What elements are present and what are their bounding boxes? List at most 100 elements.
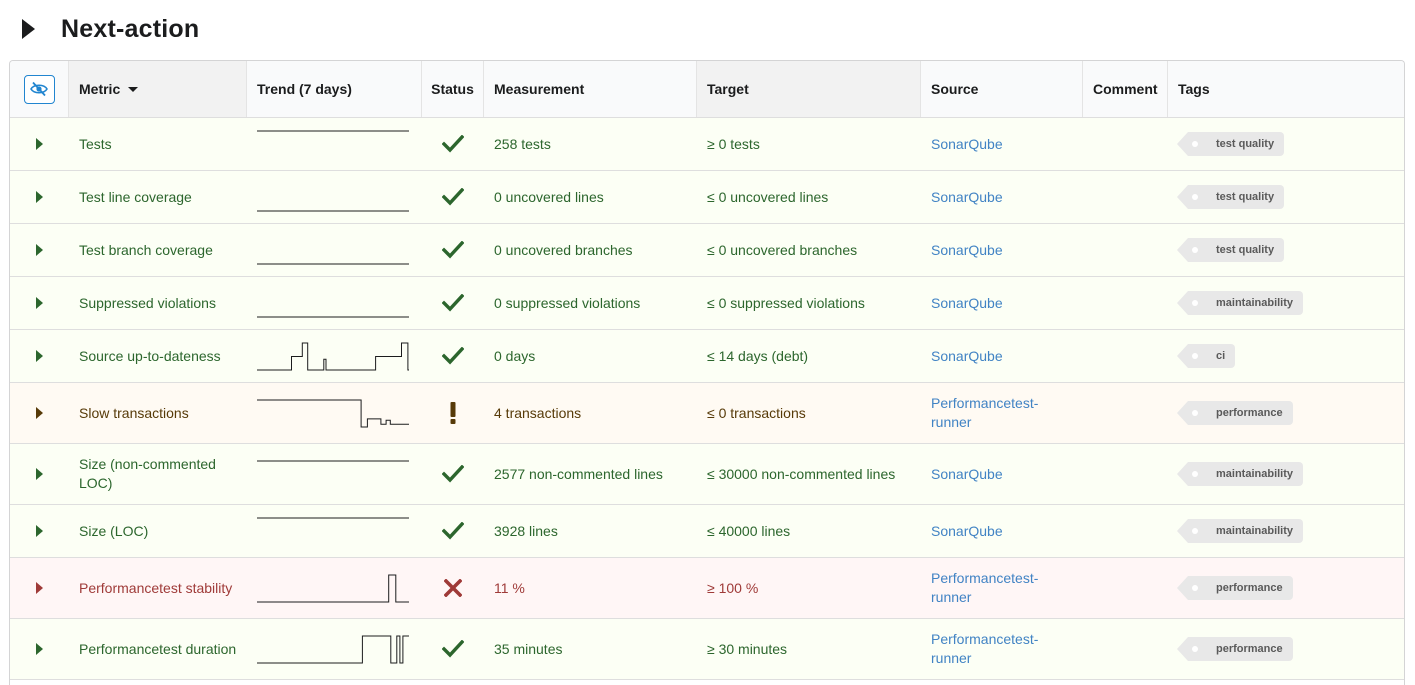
section-title: Next-action bbox=[61, 14, 200, 43]
table-row[interactable]: Slow transactions 4 transactions ≤ 0 tra… bbox=[10, 383, 1404, 444]
column-header-status[interactable]: Status bbox=[422, 61, 484, 117]
tag-label[interactable]: ci bbox=[1176, 344, 1236, 368]
metrics-table: Metric Trend (7 days) Status Measurement… bbox=[9, 60, 1405, 685]
source: Performancetest-runner bbox=[921, 383, 1083, 443]
tags: test quality bbox=[1168, 224, 1404, 276]
close-icon bbox=[444, 579, 462, 597]
measurement: 0 days bbox=[494, 347, 536, 364]
source-link[interactable]: SonarQube bbox=[931, 135, 1003, 154]
source-link[interactable]: Performancetest-runner bbox=[931, 630, 1073, 668]
target: ≤ 30000 non-commented lines bbox=[707, 465, 896, 482]
measurement: 2577 non-commented lines bbox=[494, 465, 663, 482]
column-header-comment[interactable]: Comment bbox=[1083, 61, 1168, 117]
tag-label[interactable]: test quality bbox=[1176, 132, 1285, 156]
table-row[interactable]: Source up-to-dateness 0 days ≤ 14 days (… bbox=[10, 330, 1404, 383]
metric-name: Test branch coverage bbox=[79, 241, 213, 258]
target: ≥ 100 % bbox=[707, 579, 759, 596]
tag-label[interactable]: test quality bbox=[1176, 238, 1285, 262]
tag-label[interactable]: maintainability bbox=[1176, 462, 1304, 486]
comment bbox=[1083, 444, 1168, 504]
tag-label[interactable]: maintainability bbox=[1176, 291, 1304, 315]
status-cell bbox=[422, 224, 484, 276]
hide-metrics-button[interactable] bbox=[23, 74, 55, 104]
source-link[interactable]: SonarQube bbox=[931, 188, 1003, 207]
trend-chart bbox=[257, 574, 409, 603]
table-row[interactable]: Performancetest duration 35 minutes ≥ 30… bbox=[10, 619, 1404, 680]
source: SonarQube bbox=[921, 224, 1083, 276]
comment bbox=[1083, 330, 1168, 382]
source-link[interactable]: SonarQube bbox=[931, 522, 1003, 541]
table-row[interactable]: Test line coverage 0 uncovered lines ≤ 0… bbox=[10, 171, 1404, 224]
section-header[interactable]: Next-action bbox=[22, 12, 199, 46]
check-icon bbox=[442, 188, 464, 206]
trend-sparkline bbox=[247, 277, 422, 329]
column-header-measurement[interactable]: Measurement bbox=[484, 61, 697, 117]
comment bbox=[1083, 505, 1168, 557]
table-row[interactable]: Size (LOC) 3928 lines ≤ 40000 lines Sona… bbox=[10, 505, 1404, 558]
trend-sparkline bbox=[247, 118, 422, 170]
target: ≤ 0 uncovered branches bbox=[707, 241, 858, 258]
metric-name: Performancetest stability bbox=[79, 579, 233, 596]
source-link[interactable]: Performancetest-runner bbox=[931, 394, 1073, 432]
tag-label[interactable]: test quality bbox=[1176, 185, 1285, 209]
tags: test quality bbox=[1168, 171, 1404, 223]
tags: ci bbox=[1168, 330, 1404, 382]
expand-row-icon[interactable] bbox=[36, 525, 43, 537]
expand-row-icon[interactable] bbox=[36, 407, 43, 419]
measurement: 258 tests bbox=[494, 135, 551, 152]
measurement: 3928 lines bbox=[494, 522, 558, 539]
status-cell bbox=[422, 558, 484, 618]
tag-label[interactable]: maintainability bbox=[1176, 519, 1304, 543]
source-link[interactable]: SonarQube bbox=[931, 465, 1003, 484]
source: SonarQube bbox=[921, 444, 1083, 504]
expand-row-icon[interactable] bbox=[36, 297, 43, 309]
comment bbox=[1083, 277, 1168, 329]
measurement: 4 transactions bbox=[494, 404, 582, 421]
metric-name: Source up-to-dateness bbox=[79, 347, 221, 364]
trend-chart bbox=[257, 316, 409, 318]
trend-sparkline bbox=[247, 171, 422, 223]
measurement: 0 suppressed violations bbox=[494, 294, 641, 311]
tags: maintainability bbox=[1168, 444, 1404, 504]
trend-sparkline bbox=[247, 330, 422, 382]
expand-row-icon[interactable] bbox=[36, 582, 43, 594]
expand-row-icon[interactable] bbox=[36, 643, 43, 655]
source: Performancetest-runner bbox=[921, 619, 1083, 679]
trend-chart bbox=[257, 130, 409, 132]
trend-chart bbox=[257, 263, 409, 265]
expand-row-icon[interactable] bbox=[36, 468, 43, 480]
trend-chart bbox=[257, 517, 409, 519]
table-header: Metric Trend (7 days) Status Measurement… bbox=[10, 61, 1404, 118]
source: SonarQube bbox=[921, 330, 1083, 382]
source-link[interactable]: SonarQube bbox=[931, 294, 1003, 313]
comment bbox=[1083, 171, 1168, 223]
eye-slash-icon bbox=[30, 81, 48, 97]
source-link[interactable]: SonarQube bbox=[931, 241, 1003, 260]
expand-row-icon[interactable] bbox=[36, 350, 43, 362]
column-header-metric[interactable]: Metric bbox=[69, 61, 247, 117]
check-icon bbox=[442, 465, 464, 483]
column-header-target[interactable]: Target bbox=[697, 61, 921, 117]
tag-label[interactable]: performance bbox=[1177, 401, 1293, 425]
caret-right-icon[interactable] bbox=[22, 19, 35, 39]
expand-row-icon[interactable] bbox=[36, 191, 43, 203]
comment bbox=[1083, 619, 1168, 679]
tag-label[interactable]: performance bbox=[1177, 576, 1293, 600]
status-cell bbox=[422, 505, 484, 557]
measurement: 35 minutes bbox=[494, 640, 563, 657]
table-row[interactable]: Performancetest stability 11 % ≥ 100 % P… bbox=[10, 558, 1404, 619]
source-link[interactable]: Performancetest-runner bbox=[931, 569, 1073, 607]
metric-name: Test line coverage bbox=[79, 188, 192, 205]
tag-label[interactable]: performance bbox=[1177, 637, 1293, 661]
column-header-source[interactable]: Source bbox=[921, 61, 1083, 117]
expand-row-icon[interactable] bbox=[36, 138, 43, 150]
table-row[interactable]: Test branch coverage 0 uncovered branche… bbox=[10, 224, 1404, 277]
column-header-trend[interactable]: Trend (7 days) bbox=[247, 61, 422, 117]
table-row[interactable]: Size (non-commented LOC) 2577 non-commen… bbox=[10, 444, 1404, 505]
table-row[interactable]: Tests 258 tests ≥ 0 tests SonarQube test… bbox=[10, 118, 1404, 171]
expand-row-icon[interactable] bbox=[36, 244, 43, 256]
source-link[interactable]: SonarQube bbox=[931, 347, 1003, 366]
table-row[interactable]: Suppressed violations 0 suppressed viola… bbox=[10, 277, 1404, 330]
column-header-tags[interactable]: Tags bbox=[1168, 61, 1404, 117]
check-icon bbox=[442, 241, 464, 259]
